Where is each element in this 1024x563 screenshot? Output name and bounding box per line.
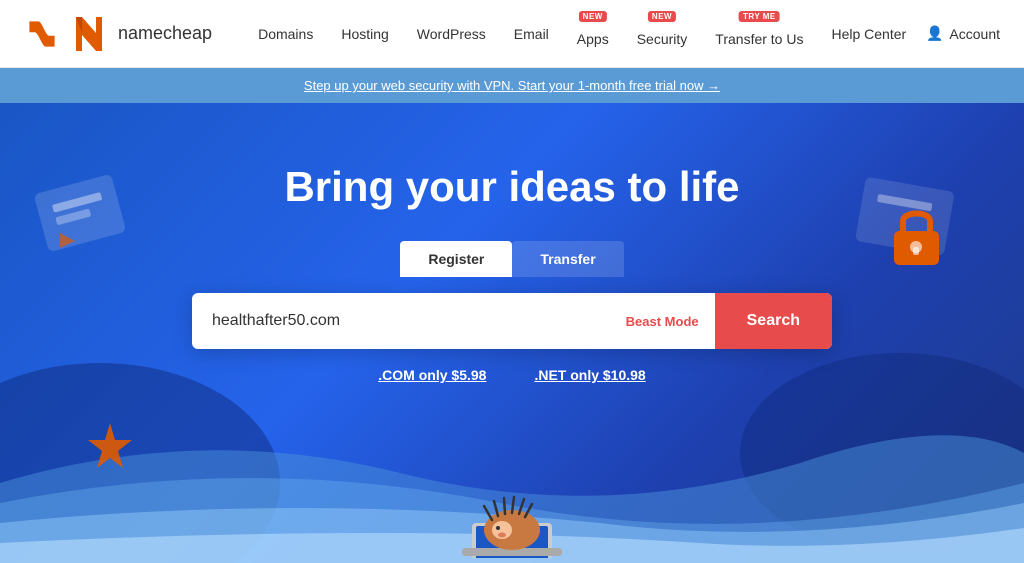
star-decoration <box>80 418 140 483</box>
net-price: only $10.98 <box>570 367 646 383</box>
promo-banner[interactable]: Step up your web security with VPN. Star… <box>0 68 1024 103</box>
lock-decoration <box>889 203 944 273</box>
com-tld: .COM <box>378 367 415 383</box>
nav-item-security[interactable]: NEW Security <box>623 13 702 55</box>
nav-item-email[interactable]: Email <box>500 18 563 50</box>
beast-mode-button[interactable]: Beast Mode <box>610 314 715 329</box>
search-tabs: Register Transfer <box>400 241 623 277</box>
com-price: only $5.98 <box>419 367 487 383</box>
account-menu[interactable]: 👤 Account <box>926 25 1000 42</box>
nav-item-hosting[interactable]: Hosting <box>327 18 402 50</box>
logo-text: namecheap <box>118 23 212 44</box>
logo[interactable]: namecheap <box>24 13 212 55</box>
tab-register[interactable]: Register <box>400 241 512 277</box>
transfer-badge: TRY ME <box>739 11 780 22</box>
nav-item-apps[interactable]: NEW Apps <box>563 13 623 55</box>
hero-section: Bring your ideas to life Register Transf… <box>0 103 1024 563</box>
navbar: namecheap Domains Hosting WordPress Emai… <box>0 0 1024 68</box>
tab-transfer[interactable]: Transfer <box>512 241 623 277</box>
search-box: Beast Mode Search <box>192 293 832 349</box>
com-price-link[interactable]: .COM only $5.98 <box>378 367 486 383</box>
security-badge: NEW <box>648 11 676 22</box>
account-icon: 👤 <box>926 25 943 42</box>
nav-item-transfer[interactable]: TRY ME Transfer to Us <box>701 13 817 55</box>
nav-item-domains[interactable]: Domains <box>244 18 327 50</box>
net-price-link[interactable]: .NET only $10.98 <box>534 367 645 383</box>
search-button[interactable]: Search <box>715 293 832 349</box>
namecheap-logo-icon <box>24 16 60 52</box>
promo-link[interactable]: Step up your web security with VPN. Star… <box>304 78 720 93</box>
nav-links: Domains Hosting WordPress Email NEW Apps… <box>244 13 926 55</box>
hedgehog-mascot <box>452 468 572 563</box>
hero-title: Bring your ideas to life <box>284 163 739 211</box>
nav-item-help[interactable]: Help Center <box>817 18 920 50</box>
apps-badge: NEW <box>579 11 607 22</box>
price-links: .COM only $5.98 .NET only $10.98 <box>378 367 645 383</box>
domain-search-input[interactable] <box>192 312 610 330</box>
namecheap-n-logo <box>68 13 110 55</box>
nav-item-wordpress[interactable]: WordPress <box>403 18 500 50</box>
net-tld: .NET <box>534 367 566 383</box>
